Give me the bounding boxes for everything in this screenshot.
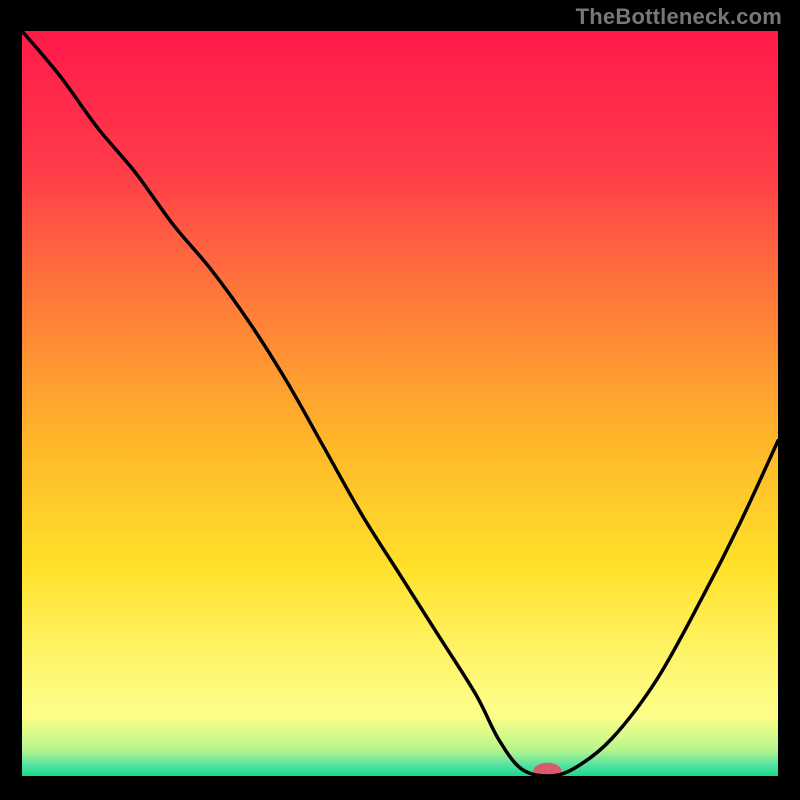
watermark-text: TheBottleneck.com — [576, 4, 782, 30]
plot-area — [22, 31, 778, 776]
plot-svg — [22, 31, 778, 776]
chart-container: TheBottleneck.com — [0, 0, 800, 800]
